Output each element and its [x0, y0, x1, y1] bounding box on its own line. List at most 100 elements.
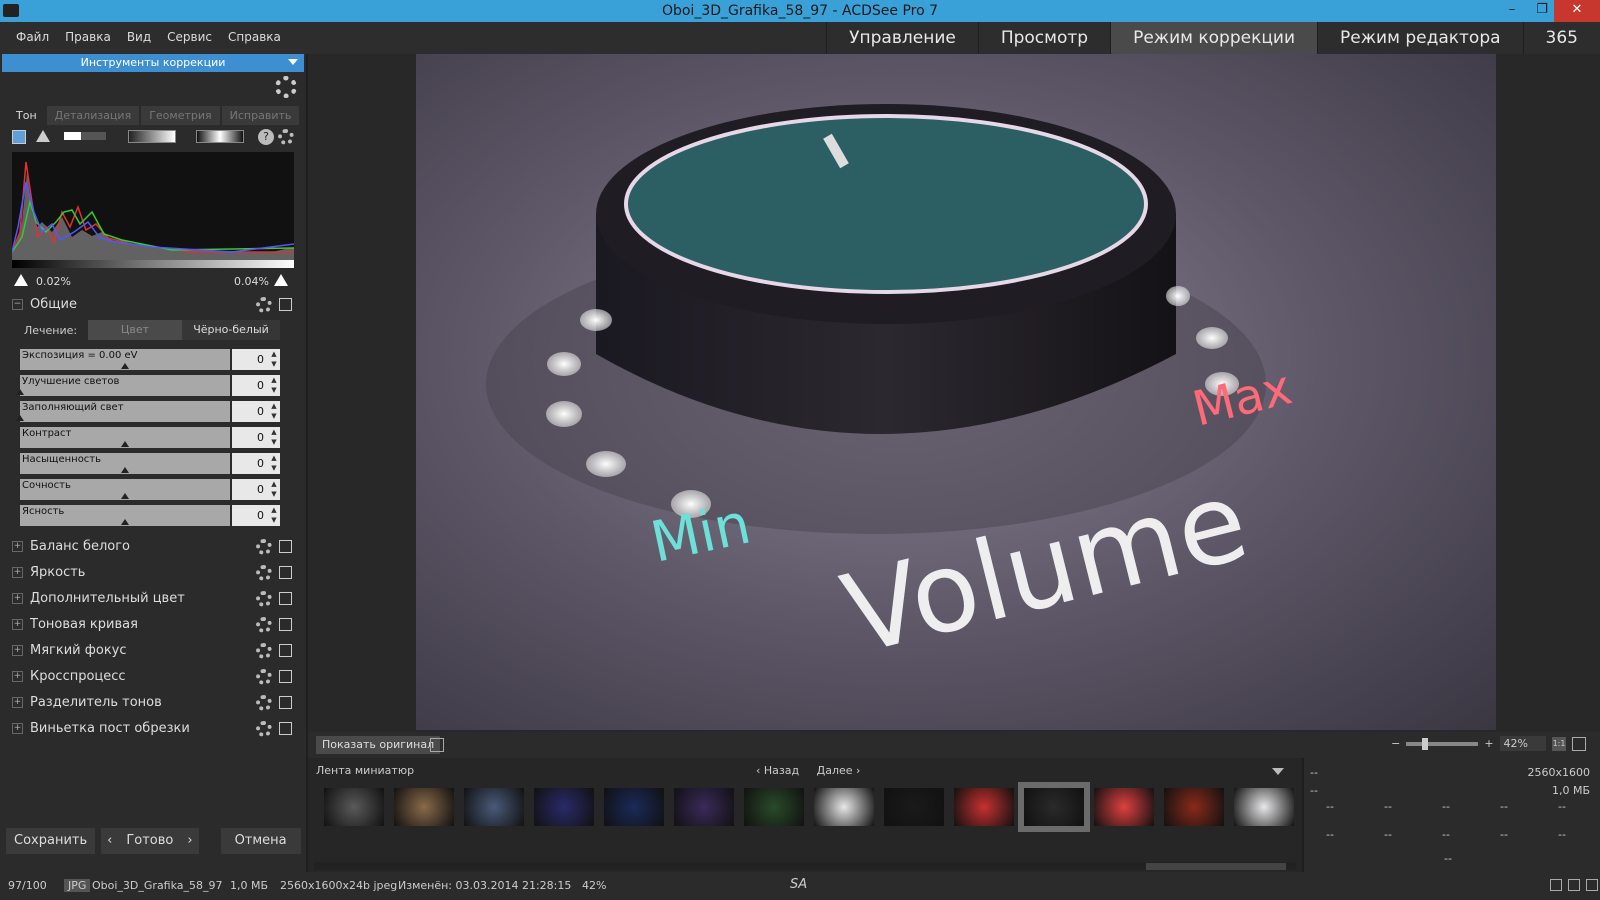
slider-value-input[interactable]: 0 — [232, 401, 268, 422]
compare-icon[interactable] — [430, 738, 444, 752]
thumbnail[interactable] — [954, 788, 1014, 826]
menu-edit[interactable]: Правка — [57, 30, 119, 44]
chevron-down-icon[interactable] — [288, 59, 298, 65]
zoom-in-icon[interactable]: + — [1484, 737, 1493, 750]
section-header[interactable]: + Виньетка пост обрезки — [12, 720, 296, 740]
spinner-icon[interactable]: ▲ ▼ — [268, 349, 280, 370]
gradient-mirror-icon[interactable] — [196, 130, 244, 143]
color-option-button[interactable]: Цвет — [88, 320, 182, 340]
section-header[interactable]: + Разделитель тонов — [12, 694, 296, 714]
mode-develop[interactable]: Режим коррекции — [1110, 22, 1318, 54]
thumbnail[interactable] — [604, 788, 664, 826]
section-header[interactable]: + Тоновая кривая — [12, 616, 296, 636]
slider-row[interactable]: Заполняющий свет 0 ▲ ▼ — [16, 401, 282, 422]
enable-checkbox[interactable] — [279, 540, 292, 553]
preview-image[interactable]: Min Max Volume — [416, 54, 1496, 730]
thumbnail[interactable] — [1234, 788, 1294, 826]
view-mode-icon[interactable] — [1550, 879, 1562, 891]
expand-icon[interactable]: + — [12, 645, 23, 656]
expand-icon[interactable]: + — [12, 541, 23, 552]
slider-value-input[interactable]: 0 — [232, 427, 268, 448]
mode-manage[interactable]: Управление — [826, 22, 978, 54]
slider-thumb[interactable] — [16, 415, 24, 421]
gear-icon[interactable] — [256, 297, 272, 313]
collapse-icon[interactable]: − — [12, 299, 23, 310]
shadow-clip-warning-icon[interactable] — [14, 274, 28, 286]
mode-365[interactable]: 365 — [1522, 22, 1600, 54]
warning-icon[interactable] — [36, 130, 50, 142]
tab-detail[interactable]: Детализация — [46, 106, 140, 125]
zoom-slider[interactable] — [1406, 737, 1479, 750]
enable-checkbox[interactable] — [279, 618, 292, 631]
spinner-icon[interactable]: ▲ ▼ — [268, 505, 280, 526]
back-button[interactable]: Назад — [764, 764, 799, 777]
show-original-button[interactable]: Показать оригинал — [316, 736, 441, 754]
slider-value-input[interactable]: 0 — [232, 375, 268, 396]
spinner-icon[interactable]: ▲ ▼ — [268, 453, 280, 474]
panel-header[interactable]: Инструменты коррекции — [2, 54, 304, 72]
menu-tools[interactable]: Сервис — [159, 30, 220, 44]
gear-icon[interactable] — [256, 591, 272, 607]
gear-icon[interactable] — [256, 539, 272, 555]
slider-row[interactable]: Экспозиция = 0.00 eV 0 ▲ ▼ — [20, 349, 282, 370]
expand-icon[interactable]: + — [12, 567, 23, 578]
cancel-button[interactable]: Отмена — [220, 828, 301, 854]
thumbnail[interactable] — [674, 788, 734, 826]
thumbnail[interactable] — [744, 788, 804, 826]
slider-row[interactable]: Ясность 0 ▲ ▼ — [20, 505, 282, 526]
tab-geometry[interactable]: Геометрия — [141, 106, 220, 125]
enable-checkbox[interactable] — [279, 644, 292, 657]
done-button[interactable]: Готово — [118, 828, 182, 854]
bw-option-button[interactable]: Чёрно-белый — [182, 320, 280, 340]
section-header[interactable]: + Мягкий фокус — [12, 642, 296, 662]
slider-row[interactable]: Улучшение светов 0 ▲ ▼ — [16, 375, 282, 396]
slider-row[interactable]: Насыщенность 0 ▲ ▼ — [20, 453, 282, 474]
slider-row[interactable]: Сочность 0 ▲ ▼ — [20, 479, 282, 500]
gear-icon[interactable] — [256, 669, 272, 685]
gear-icon[interactable] — [256, 695, 272, 711]
expand-icon[interactable]: + — [12, 619, 23, 630]
filmstrip-scrollbar[interactable] — [314, 862, 1296, 870]
checkmark-icon[interactable] — [1586, 879, 1598, 891]
slider-thumb[interactable] — [121, 519, 129, 525]
enable-checkbox[interactable] — [279, 670, 292, 683]
menu-view[interactable]: Вид — [119, 30, 159, 44]
enable-checkbox[interactable] — [279, 298, 292, 311]
forward-chevron-icon[interactable]: › — [853, 764, 860, 777]
help-icon[interactable]: ? — [258, 129, 274, 145]
brightness-slider-icon[interactable] — [64, 132, 106, 140]
zoom-select[interactable]: 42% — [1499, 736, 1546, 751]
section-header[interactable]: + Кросспроцесс — [12, 668, 296, 688]
thumbnail[interactable] — [324, 788, 384, 826]
thumbnail[interactable] — [814, 788, 874, 826]
thumbnail[interactable] — [464, 788, 524, 826]
expand-icon[interactable]: + — [12, 593, 23, 604]
slider-row[interactable]: Контраст 0 ▲ ▼ — [20, 427, 282, 448]
minimize-button[interactable]: – — [1498, 0, 1526, 22]
enable-checkbox[interactable] — [279, 696, 292, 709]
menu-file[interactable]: Файл — [8, 30, 57, 44]
menu-help[interactable]: Справка — [220, 30, 289, 44]
thumbnail[interactable] — [394, 788, 454, 826]
close-button[interactable]: ✕ — [1554, 0, 1600, 22]
histogram-mode-icon[interactable] — [12, 130, 26, 144]
tab-repair[interactable]: Исправить — [221, 106, 300, 125]
fit-to-window-icon[interactable] — [1572, 736, 1586, 751]
enable-checkbox[interactable] — [279, 592, 292, 605]
enable-checkbox[interactable] — [279, 566, 292, 579]
slider-thumb[interactable] — [121, 467, 129, 473]
restore-button[interactable]: ❐ — [1528, 0, 1556, 22]
actual-size-icon[interactable]: 1:1 — [1552, 736, 1566, 751]
spinner-icon[interactable]: ▲ ▼ — [268, 427, 280, 448]
gear-icon[interactable] — [256, 617, 272, 633]
spinner-icon[interactable]: ▲ ▼ — [268, 375, 280, 396]
settings-gear-icon[interactable] — [275, 76, 297, 98]
thumbnail[interactable] — [1094, 788, 1154, 826]
crop-icon[interactable] — [1568, 879, 1580, 891]
spinner-icon[interactable]: ▲ ▼ — [268, 479, 280, 500]
gear-icon[interactable] — [256, 565, 272, 581]
thumbnail[interactable] — [534, 788, 594, 826]
mode-edit[interactable]: Режим редактора — [1317, 22, 1523, 54]
forward-button[interactable]: Далее — [817, 764, 853, 777]
thumbnail[interactable] — [1018, 782, 1090, 832]
